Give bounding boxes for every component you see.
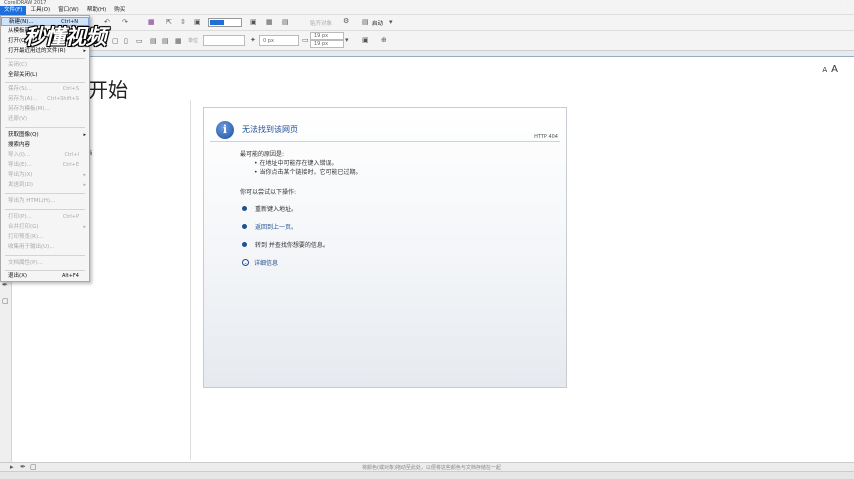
bullet-icon [242,242,247,247]
menu-item-export-html[interactable]: 导出为 HTML(H)... [1,197,89,206]
cause-item: • 当你点击某个链接时，它可能已过期。 [254,169,362,176]
spinner-icon[interactable]: ▾ [345,36,349,44]
menu-item-save-as[interactable]: 另存为(A)... Ctrl+Shift+S [1,95,89,104]
duplicate-y-field[interactable]: 19 px [310,40,344,48]
play-icon[interactable]: ▸ [10,463,14,471]
causes-heading: 最可能的原因是: [240,151,285,158]
select-all-icon[interactable]: ▣ [362,36,369,44]
menu-item-export-for[interactable]: 导出为(X) ▸ [1,171,89,180]
export-icon[interactable]: ⇳ [180,18,186,26]
page-layout-icon[interactable]: ▦ [175,37,182,45]
duplicate-distance-icon: ▭ [302,36,309,44]
menu-item-save[interactable]: 保存(S)... Ctrl+S [1,85,89,94]
menu-item-import[interactable]: 导入(I)... Ctrl+I [1,151,89,160]
grid-icon[interactable]: ▦ [266,18,273,26]
menu-file[interactable]: 文件(F) [0,5,27,15]
page-width-icon[interactable]: ▢ [112,37,119,45]
standard-toolbar [0,15,854,31]
launcher-icon[interactable]: ▤ [362,18,369,26]
color-hint-text: 将颜色(或对象)拖动至此处，以便将这些颜色与文档存储在一起 [362,465,501,471]
menu-item-search-content[interactable]: 搜索内容 [1,141,89,150]
menu-item-send-to[interactable]: 发送到(D) ▸ [1,181,89,190]
portrait-icon[interactable]: ▯ [124,37,128,45]
menu-item-document-properties[interactable]: 文档属性(P)... [1,259,89,268]
cause-item: • 在地址中可能存在键入错误。 [254,160,338,167]
error-title: 无法找到该网页 [242,125,298,134]
page-title: 开始 [88,78,128,102]
property-bar [0,31,854,51]
settings-gear-icon[interactable]: ⚙ [343,17,349,25]
nudge-distance-field[interactable]: 0 px [259,35,299,46]
menu-window[interactable]: 窗口(W) [54,6,83,15]
watermark-logo: 秒懂视频 [24,25,107,49]
menu-bar: 文件(F) 工具(O) 窗口(W) 帮助(H) 购买 [0,5,854,15]
font-increase-button[interactable]: A [831,64,838,75]
menu-item-save-as-template[interactable]: 另存为模板(M)... [1,105,89,114]
publish-pdf-icon[interactable]: ▣ [194,18,201,26]
details-toggle[interactable]: ⌄ 详细信息 [242,258,278,267]
expand-chevron-icon: ⌄ [242,259,249,266]
error-divider [210,141,560,142]
nudge-icon: ✦ [250,36,256,44]
launch-label[interactable]: 启动 [372,19,383,27]
color-swatch[interactable] [208,18,242,27]
error-panel: i 无法找到该网页 HTTP 404 最可能的原因是: • 在地址中可能存在键入… [203,107,567,388]
units-dropdown[interactable] [203,35,245,46]
action-goto: 转到 并查找你想要的信息。 [242,240,329,249]
font-size-controls: AA [822,64,838,75]
menu-item-print[interactable]: 打印(P)... Ctrl+P [1,213,89,222]
bullet-icon [242,206,247,211]
menu-item-collect-for-output[interactable]: 收集用于输出(U)... [1,243,89,252]
freehand-tool-icon[interactable]: ✒ [2,281,8,289]
status-bar [0,471,854,479]
unit-label: 单位 [188,38,199,44]
add-icon[interactable]: ⊕ [381,36,387,44]
info-icon: i [216,121,234,139]
menu-item-close[interactable]: 关闭(C) [1,61,89,70]
no-color-swatch-icon[interactable]: ▢ [30,463,37,471]
action-go-back[interactable]: 返回到上一页。 [242,222,297,231]
duplicate-x-field[interactable]: 19 px [310,32,344,40]
menu-item-exit[interactable]: 退出(X) Alt+F4 [1,272,89,281]
font-decrease-button[interactable]: A [822,66,827,74]
menu-item-acquire-image[interactable]: 获取图像(Q) ▸ [1,131,89,140]
color-docker-bar: ▸ ✒ ▢ 将颜色(或对象)拖动至此处，以便将这些颜色与文档存储在一起 [0,462,854,471]
current-page-icon[interactable]: ▤ [162,37,169,45]
error-code: HTTP 404 [534,134,558,140]
action-retype: 重新键入地址。 [242,204,297,213]
menu-item-revert[interactable]: 还原(V) [1,115,89,124]
menu-item-print-preview[interactable]: 打印预览(R)... [1,233,89,242]
bullet-icon [242,224,247,229]
snap-to-label[interactable]: 贴齐对象 [310,19,332,27]
eyedropper-icon[interactable]: ✒ [20,463,26,471]
all-pages-icon[interactable]: ▤ [150,37,157,45]
menu-tools[interactable]: 工具(O) [26,6,54,15]
redo-icon[interactable]: ↷ [122,18,128,26]
landscape-icon[interactable]: ▭ [136,37,143,45]
launch-dropdown-chevron-icon[interactable]: ▾ [389,18,393,26]
import-icon[interactable]: ⇱ [166,18,172,26]
divider [190,100,191,460]
corel-connect-icon[interactable]: ▦ [148,18,155,26]
menu-buy[interactable]: 购买 [110,6,129,15]
actions-heading: 你可以尝试以下操作: [240,189,297,196]
guides-icon[interactable]: ▤ [282,18,289,26]
menu-item-close-all[interactable]: 全部关闭(L) [1,71,89,80]
file-menu: 新建(N)... Ctrl+N 从模板新建(F)... 打开(O)... Ctrl+… [0,15,90,282]
rectangle-tool-icon[interactable]: ▢ [2,297,9,305]
menu-item-merge-print[interactable]: 合并打印(G) ▸ [1,223,89,232]
full-screen-icon[interactable]: ▣ [250,18,257,26]
menu-help[interactable]: 帮助(H) [83,6,110,15]
menu-item-export[interactable]: 导出(E)... Ctrl+E [1,161,89,170]
